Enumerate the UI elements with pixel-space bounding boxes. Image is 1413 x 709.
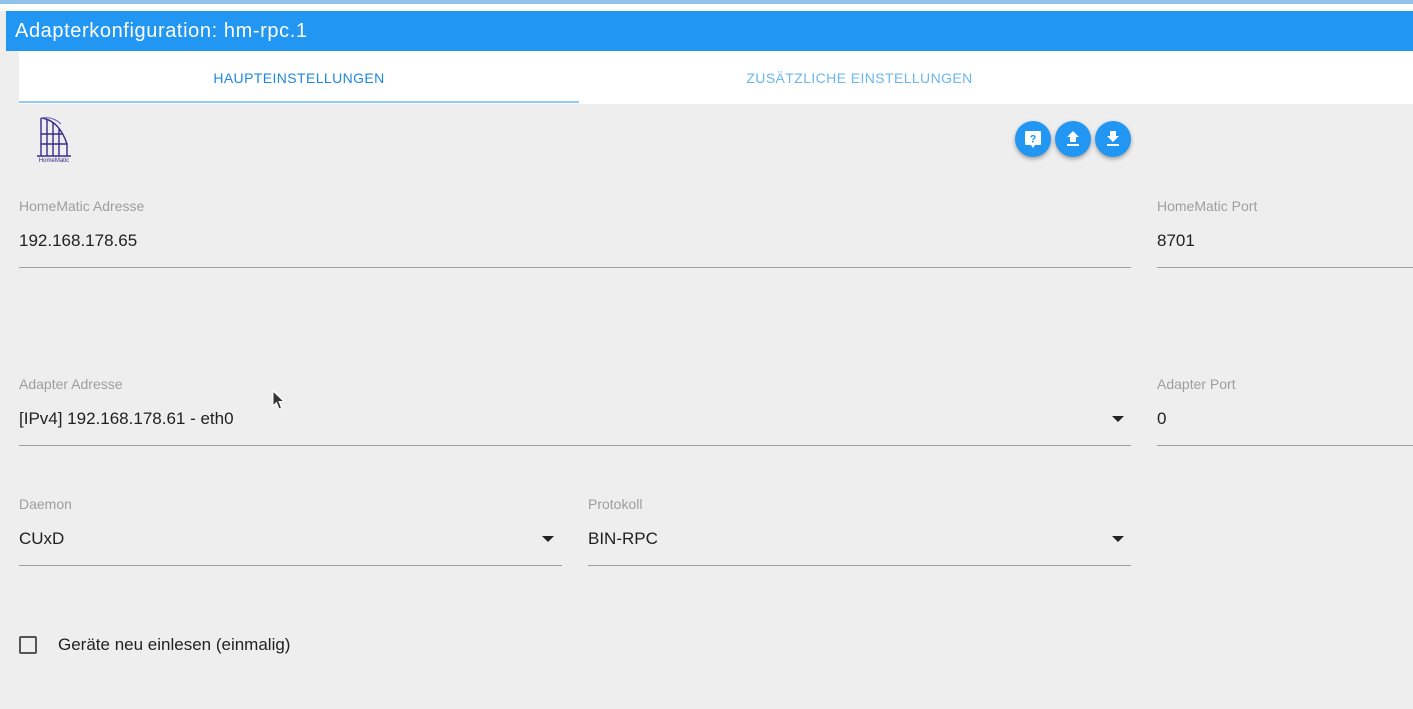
upload-icon [1067, 131, 1079, 146]
download-button[interactable] [1095, 121, 1131, 157]
tab-main-settings-label: HAUPTEINSTELLUNGEN [213, 69, 385, 86]
protocol-select[interactable]: BIN-RPC [588, 529, 658, 549]
adapter-address-select[interactable]: [IPv4] 192.168.178.61 - eth0 [19, 409, 234, 429]
upload-button[interactable] [1055, 121, 1091, 157]
daemon-field[interactable]: Daemon CUxD [19, 496, 562, 566]
homematic-logo-text: HomeMatic [38, 158, 70, 164]
chevron-down-icon[interactable] [1112, 536, 1124, 542]
top-gap [0, 4, 1413, 11]
protocol-field[interactable]: Protokoll BIN-RPC [588, 496, 1131, 566]
tab-bar: HAUPTEINSTELLUNGEN ZUSÄTZLICHE EINSTELLU… [19, 51, 1413, 104]
help-button[interactable]: ? [1015, 121, 1051, 157]
svg-text:?: ? [1030, 134, 1037, 146]
reread-devices-row[interactable]: Geräte neu einlesen (einmalig) [19, 632, 290, 658]
chevron-down-icon[interactable] [542, 536, 554, 542]
tab-additional-settings-label: ZUSÄTZLICHE EINSTELLUNGEN [746, 69, 973, 86]
homematic-port-underline [1157, 267, 1413, 268]
homematic-logo-icon [37, 117, 71, 157]
adapter-address-field[interactable]: Adapter Adresse [IPv4] 192.168.178.61 - … [19, 376, 1131, 446]
app-root: Adapterkonfiguration: hm-rpc.1 HAUPTEINS… [0, 0, 1413, 709]
homematic-address-label: HomeMatic Adresse [19, 198, 145, 214]
download-icon [1107, 131, 1119, 146]
reread-devices-label[interactable]: Geräte neu einlesen (einmalig) [58, 635, 290, 655]
homematic-port-field: HomeMatic Port 8701 [1157, 198, 1413, 268]
adapter-port-field: Adapter Port 0 [1157, 376, 1413, 446]
protocol-underline [588, 565, 1131, 566]
homematic-logo: HomeMatic [33, 114, 75, 166]
tab-main-settings[interactable]: HAUPTEINSTELLUNGEN [19, 51, 579, 104]
title-bar: Adapterkonfiguration: hm-rpc.1 [6, 11, 1413, 51]
help-icon: ? [1025, 131, 1041, 148]
protocol-label: Protokoll [588, 496, 643, 512]
daemon-label: Daemon [19, 496, 72, 512]
daemon-underline [19, 565, 562, 566]
adapter-port-underline [1157, 445, 1413, 446]
chevron-down-icon[interactable] [1112, 416, 1124, 422]
adapter-port-input[interactable]: 0 [1157, 409, 1166, 429]
tab-additional-settings[interactable]: ZUSÄTZLICHE EINSTELLUNGEN [579, 51, 1140, 104]
homematic-port-input[interactable]: 8701 [1157, 231, 1195, 251]
adapter-port-label: Adapter Port [1157, 376, 1236, 392]
mouse-pointer-icon [272, 390, 286, 410]
homematic-address-underline [19, 267, 1131, 268]
daemon-select[interactable]: CUxD [19, 529, 64, 549]
homematic-address-input[interactable]: 192.168.178.65 [19, 231, 137, 251]
tab-active-indicator [19, 101, 579, 103]
homematic-port-label: HomeMatic Port [1157, 198, 1258, 214]
adapter-address-label: Adapter Adresse [19, 376, 123, 392]
homematic-address-field: HomeMatic Adresse 192.168.178.65 [19, 198, 1131, 268]
reread-devices-checkbox[interactable] [19, 636, 37, 654]
page-title: Adapterkonfiguration: hm-rpc.1 [15, 19, 308, 42]
adapter-address-underline [19, 445, 1131, 446]
